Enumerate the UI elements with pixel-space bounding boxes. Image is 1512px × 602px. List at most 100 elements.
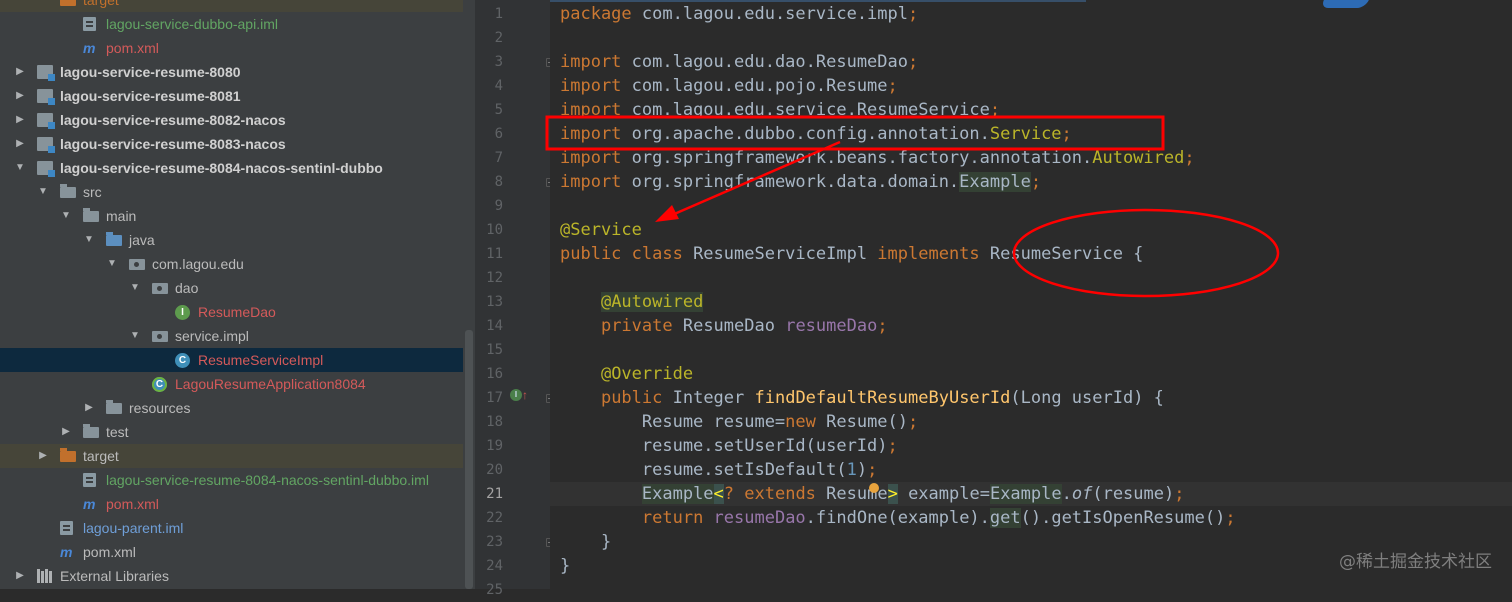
code-line[interactable]: @Override [550,362,1512,386]
chevron-right-icon[interactable]: ▶ [37,444,49,468]
tree-item[interactable]: ▼ com.lagou.edu [0,252,463,276]
line-number: 18 [486,414,503,430]
code-line[interactable] [550,194,1512,218]
code-line[interactable] [550,266,1512,290]
project-tree-panel: target lagou-service-dubbo-api.iml m pom.xm… [0,0,463,589]
code-line[interactable]: public Integer findDefaultResumeByUserId… [550,386,1512,410]
line-number: 5 [494,102,503,118]
project-tree-scrollbar[interactable] [463,0,475,589]
chevron-right-icon[interactable]: ▶ [14,564,26,588]
tree-item[interactable]: ▼ service.impl [0,324,463,348]
implements-method-icon[interactable]: I [510,389,522,401]
tree-item[interactable]: ▶ resources [0,396,463,420]
chevron-down-icon[interactable]: ▼ [37,180,49,204]
tree-item[interactable]: target [0,0,463,12]
line-number: 6 [494,126,503,142]
chevron-right-icon[interactable]: ▶ [83,396,95,420]
tree-item[interactable]: ▶ lagou-service-resume-8082-nacos [0,108,463,132]
tree-item-label: pom.xml [106,40,159,56]
tree-item-label: pom.xml [83,544,136,560]
iml-file-icon [83,17,96,31]
line-number: 23 [486,534,503,550]
chevron-right-icon[interactable]: ▶ [60,420,72,444]
tree-item[interactable]: ▶ External Libraries [0,564,463,588]
module-icon [37,137,55,153]
tree-item[interactable]: lagou-parent.iml [0,516,463,540]
tree-item[interactable]: lagou-service-dubbo-api.iml [0,12,463,36]
tree-item[interactable]: lagou-service-resume-8084-nacos-sentinl-… [0,468,463,492]
tree-item[interactable]: ▶ target [0,444,463,468]
code-line[interactable]: public class ResumeServiceImpl implement… [550,242,1512,266]
code-line[interactable] [550,338,1512,362]
line-number: 9 [494,198,503,214]
code-line[interactable]: import com.lagou.edu.dao.ResumeDao; [550,50,1512,74]
tree-item[interactable]: ▶ lagou-service-resume-8081 [0,84,463,108]
scrollbar-thumb[interactable] [465,330,473,589]
tree-item[interactable]: ▼ src [0,180,463,204]
code-line[interactable]: Resume resume=new Resume(); [550,410,1512,434]
tree-item[interactable]: m pom.xml [0,492,463,516]
tree-item-label: service.impl [175,328,249,344]
tree-item[interactable]: C ResumeServiceImpl [0,348,463,372]
chevron-right-icon[interactable]: ▶ [14,84,26,108]
line-number: 2 [494,30,503,46]
tree-item[interactable]: ▶ lagou-service-resume-8083-nacos [0,132,463,156]
code-line[interactable]: import org.apache.dubbo.config.annotatio… [550,122,1512,146]
line-number: 19 [486,438,503,454]
tree-item-label: com.lagou.edu [152,256,244,272]
tree-item-label: test [106,424,129,440]
code-line[interactable]: package com.lagou.edu.service.impl; [550,2,1512,26]
code-line[interactable]: import com.lagou.edu.service.ResumeServi… [550,98,1512,122]
tree-item[interactable]: ▼ lagou-service-resume-8084-nacos-sentinl… [0,156,463,180]
tree-item[interactable]: m pom.xml [0,540,463,564]
maven-icon: m [60,544,73,560]
code-line[interactable]: Example<? extends Resume> example=Exampl… [550,482,1512,506]
line-number: 13 [486,294,503,310]
class-icon: C [175,353,190,368]
tree-item[interactable]: ▼ main [0,204,463,228]
code-line[interactable]: import org.springframework.beans.factory… [550,146,1512,170]
code-line[interactable] [550,578,1512,589]
code-line[interactable]: import org.springframework.data.domain.E… [550,170,1512,194]
code-line[interactable]: @Autowired [550,290,1512,314]
source-folder-icon [106,232,122,246]
tree-item[interactable]: m pom.xml [0,36,463,60]
tree-item[interactable]: ▶ test [0,420,463,444]
chevron-right-icon[interactable]: ▶ [14,132,26,156]
override-arrow-icon[interactable]: ↑ [522,388,528,402]
code-line[interactable]: import com.lagou.edu.pojo.Resume; [550,74,1512,98]
tree-item-label: lagou-service-resume-8084-nacos-sentinl-… [60,160,383,176]
chevron-down-icon[interactable]: ▼ [129,276,141,300]
module-icon [37,89,55,105]
chevron-down-icon[interactable]: ▼ [129,324,141,348]
chevron-down-icon[interactable]: ▼ [14,156,26,180]
tree-item-label: target [83,0,119,8]
tree-item[interactable]: ▶ lagou-service-resume-8080 [0,60,463,84]
code-line[interactable]: @Service [550,218,1512,242]
line-number: 8 [494,174,503,190]
code-editor[interactable]: package com.lagou.edu.service.impl; impor… [550,0,1512,589]
tree-item-label: lagou-service-resume-8081 [60,88,241,104]
tree-item[interactable]: ▼ java [0,228,463,252]
code-line[interactable]: return resumeDao.findOne(example).get().… [550,506,1512,530]
code-line[interactable] [550,26,1512,50]
tree-item[interactable]: I ResumeDao [0,300,463,324]
tree-item-label: lagou-parent.iml [83,520,184,536]
line-number: 4 [494,78,503,94]
tree-item[interactable]: C LagouResumeApplication8084 [0,372,463,396]
tree-item[interactable]: ▼ dao [0,276,463,300]
chevron-down-icon[interactable]: ▼ [83,228,95,252]
line-number: 3 [494,54,503,70]
iml-file-icon [83,473,96,487]
folder-icon [106,400,122,414]
chevron-right-icon[interactable]: ▶ [14,108,26,132]
chevron-down-icon[interactable]: ▼ [60,204,72,228]
line-number: 17 [486,390,503,406]
tree-item-label: lagou-service-dubbo-api.iml [106,16,278,32]
chevron-right-icon[interactable]: ▶ [14,60,26,84]
chevron-down-icon[interactable]: ▼ [106,252,118,276]
intention-bulb-icon[interactable] [869,483,879,493]
code-line[interactable]: private ResumeDao resumeDao; [550,314,1512,338]
code-line[interactable]: resume.setUserId(userId); [550,434,1512,458]
code-line[interactable]: resume.setIsDefault(1); [550,458,1512,482]
